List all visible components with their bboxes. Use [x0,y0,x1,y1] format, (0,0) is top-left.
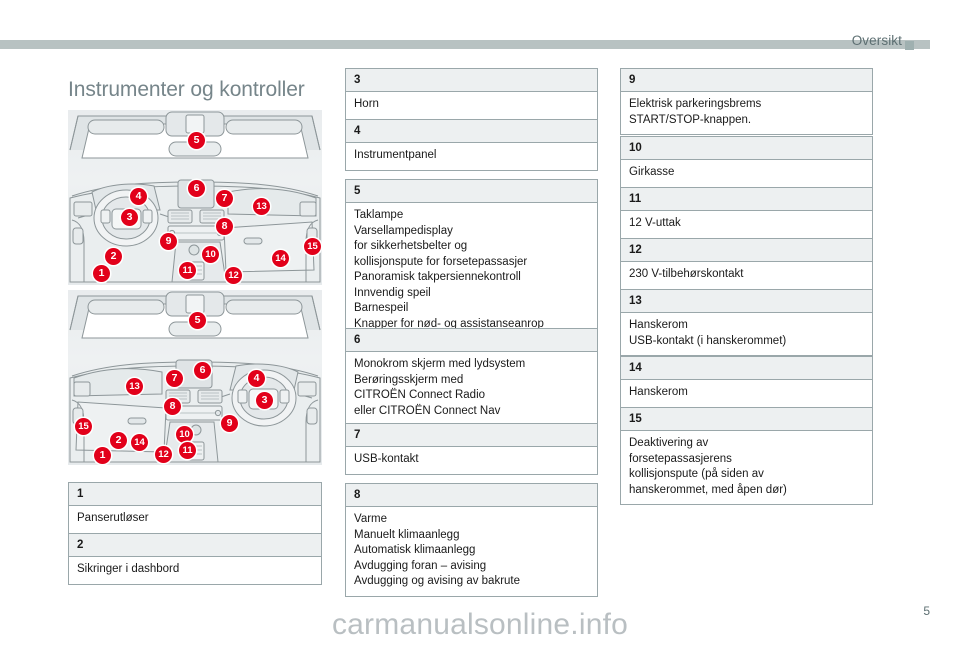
legend-number: 9 [621,69,872,92]
callout-15: 15 [304,238,321,255]
legend-number: 1 [69,483,321,506]
callout-9: 9 [221,415,238,432]
chapter-title: Oversikt [851,33,902,48]
legend-number: 8 [346,484,597,507]
callout-6: 6 [188,180,205,197]
callout-9: 9 [160,233,177,250]
legend-text: Deaktivering av forsetepassasjerens koll… [621,431,872,504]
legend-text: 12 V-uttak [621,211,872,238]
legend-text: Varme Manuelt klimaanlegg Automatisk kli… [346,507,597,596]
legend-entry-12: 12 230 V-tilbehørskontakt [620,238,873,290]
callout-2: 2 [110,432,127,449]
legend-entry-9: 9 Elektrisk parkeringsbrems START/STOP-k… [620,68,873,135]
legend-text: 230 V-tilbehørskontakt [621,262,872,289]
legend-entry-5: 5 Taklampe Varsellampedisplay for sikker… [345,179,598,339]
legend-text: Girkasse [621,160,872,187]
legend-entry-1: 1 Panserutløser [68,482,322,534]
legend-number: 6 [346,329,597,352]
legend-text: Panserutløser [69,506,321,533]
legend-text: Monokrom skjerm med lydsystem Berøringss… [346,352,597,425]
dashboard-illustrations: 5 6 4 7 3 13 8 9 10 15 2 14 11 12 1 5 6 … [68,110,322,465]
watermark: carmanualsonline.info [331,608,629,641]
callout-6: 6 [194,362,211,379]
legend-number: 7 [346,424,597,447]
legend-entry-14: 14 Hanskerom [620,356,873,408]
legend-entry-6: 6 Monokrom skjerm med lydsystem Berøring… [345,328,598,426]
legend-text: Instrumentpanel [346,143,597,170]
legend-entry-10: 10 Girkasse [620,136,873,188]
callout-13: 13 [253,198,270,215]
legend-number: 11 [621,188,872,211]
legend-number: 14 [621,357,872,380]
dashboard-illustration-lhd: 5 6 4 7 3 13 8 9 10 15 2 14 11 12 1 [68,110,322,285]
callout-3: 3 [256,392,273,409]
callout-12: 12 [155,446,172,463]
legend-text: Taklampe Varsellampedisplay for sikkerhe… [346,203,597,338]
callout-12: 12 [225,267,242,284]
callout-1: 1 [94,447,111,464]
callout-11: 11 [179,262,196,279]
callout-8: 8 [164,398,181,415]
legend-number: 4 [346,120,597,143]
legend-text: Hanskerom USB-kontakt (i hanskerommet) [621,313,872,355]
dashboard-illustration-rhd: 5 6 4 7 3 13 8 9 10 15 2 14 11 12 1 [68,290,322,465]
legend-number: 5 [346,180,597,203]
legend-entry-11: 11 12 V-uttak [620,187,873,239]
callout-14: 14 [272,250,289,267]
header-rule [0,40,930,49]
legend-number: 10 [621,137,872,160]
callout-4: 4 [130,188,147,205]
callout-15: 15 [75,418,92,435]
callout-1: 1 [93,265,110,282]
legend-number: 12 [621,239,872,262]
callout-5: 5 [188,132,205,149]
legend-text: Horn [346,92,597,119]
callout-5: 5 [189,312,206,329]
chapter-marker-icon [905,41,914,50]
legend-entry-3: 3 Horn [345,68,598,120]
callout-10: 10 [202,246,219,263]
callout-13: 13 [126,378,143,395]
legend-entry-15: 15 Deaktivering av forsetepassasjerens k… [620,407,873,505]
legend-number: 13 [621,290,872,313]
legend-entry-13: 13 Hanskerom USB-kontakt (i hanskerommet… [620,289,873,356]
legend-text: Hanskerom [621,380,872,407]
callout-10: 10 [176,426,193,443]
legend-entry-4: 4 Instrumentpanel [345,119,598,171]
callout-7: 7 [166,370,183,387]
callout-14: 14 [131,434,148,451]
legend-number: 3 [346,69,597,92]
legend-text: Sikringer i dashbord [69,557,321,584]
callout-3: 3 [121,209,138,226]
legend-number: 15 [621,408,872,431]
legend-text: Elektrisk parkeringsbrems START/STOP-kna… [621,92,872,134]
callout-4: 4 [248,370,265,387]
legend-entry-2: 2 Sikringer i dashbord [68,533,322,585]
legend-text: USB-kontakt [346,447,597,474]
callout-7: 7 [216,190,233,207]
page-title: Instrumenter og kontroller [68,78,305,102]
callout-2: 2 [105,248,122,265]
legend-entry-7: 7 USB-kontakt [345,423,598,475]
legend-number: 2 [69,534,321,557]
callout-11: 11 [179,442,196,459]
legend-entry-8: 8 Varme Manuelt klimaanlegg Automatisk k… [345,483,598,597]
callout-8: 8 [216,218,233,235]
